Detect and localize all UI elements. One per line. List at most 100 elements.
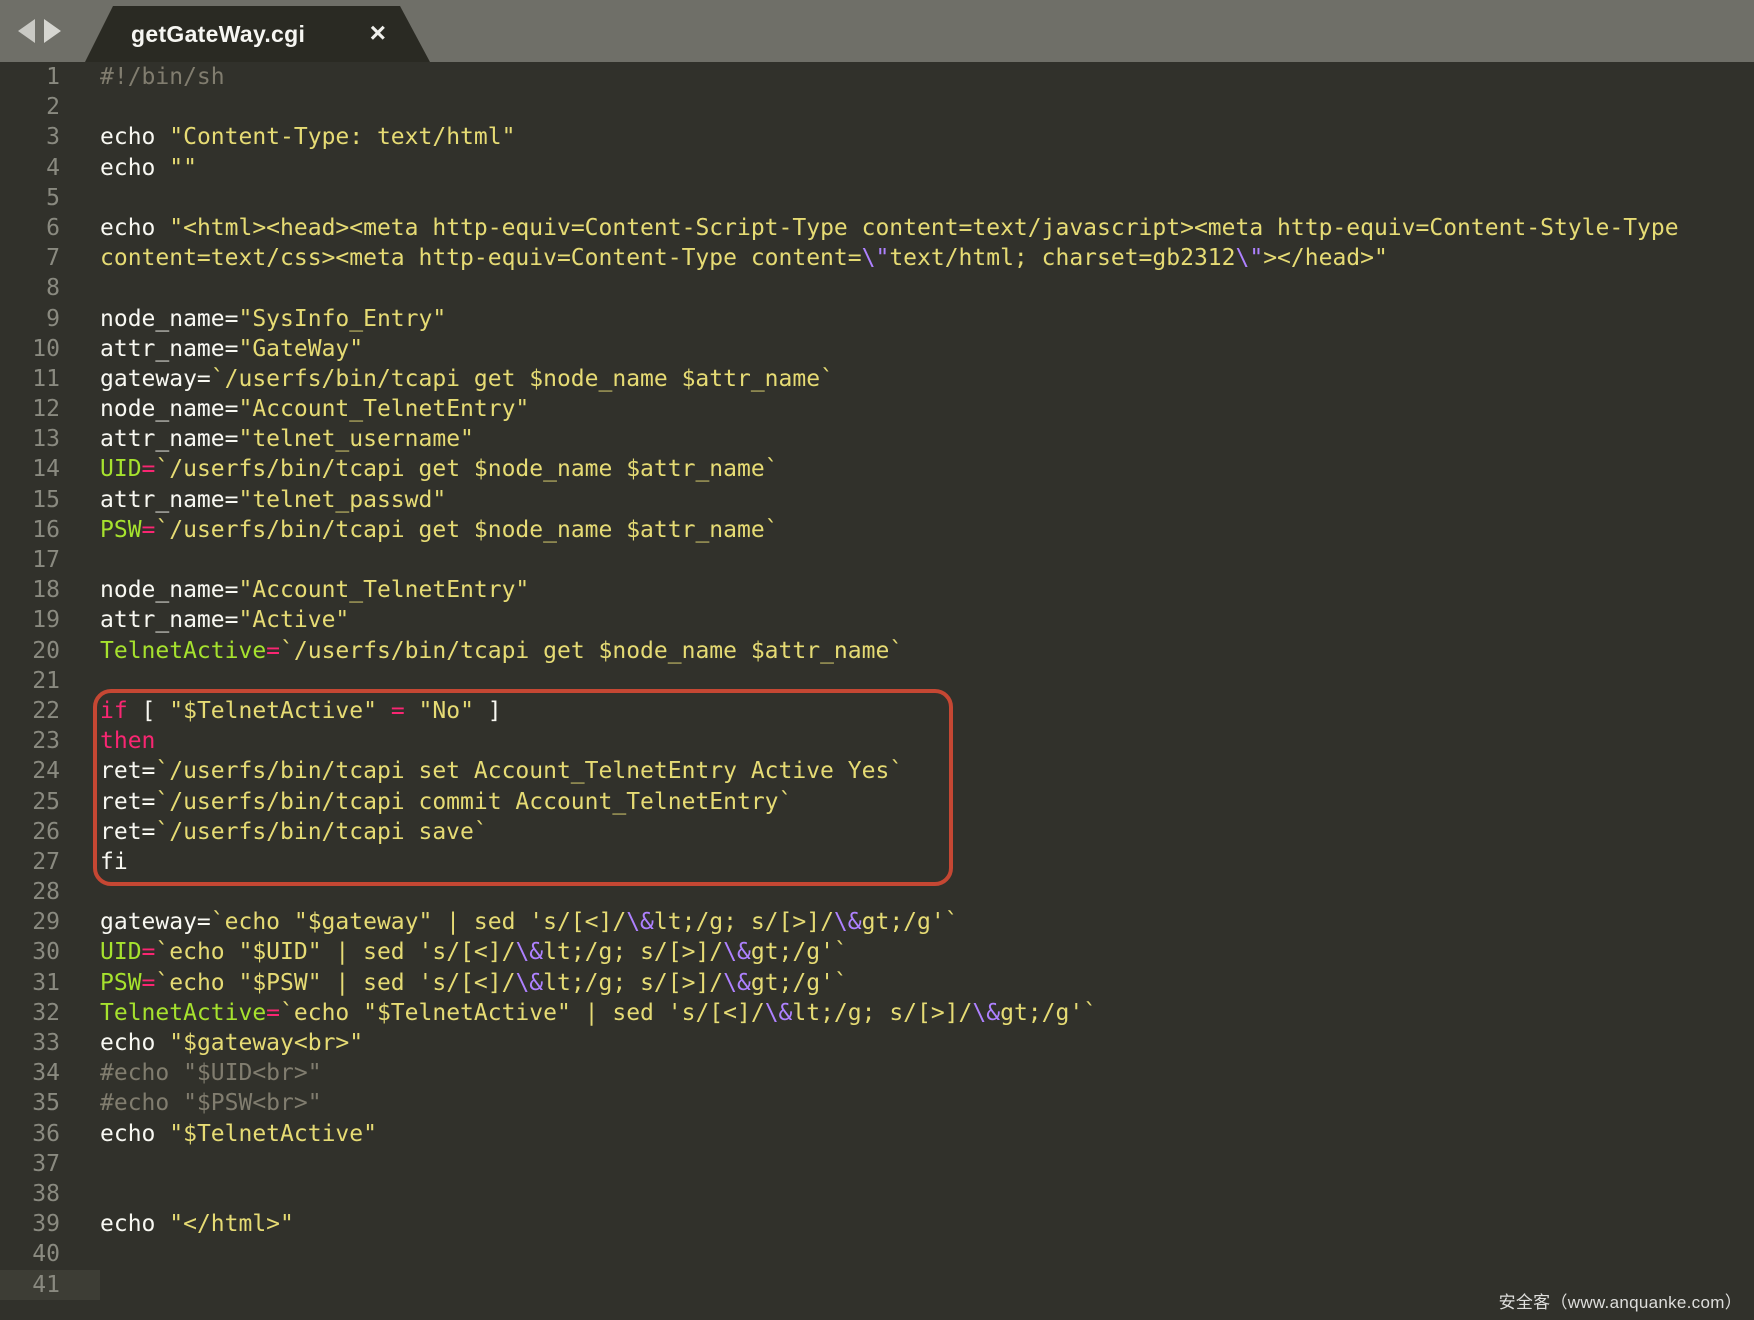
code-line[interactable]: 24ret=`/userfs/bin/tcapi set Account_Tel…: [0, 756, 1754, 786]
code-line[interactable]: 37: [0, 1149, 1754, 1179]
code-line[interactable]: 29gateway=`echo "$gateway" | sed 's/[<]/…: [0, 907, 1754, 937]
code-line[interactable]: 8: [0, 273, 1754, 303]
code-line[interactable]: 38: [0, 1179, 1754, 1209]
code-editor[interactable]: 1#!/bin/sh23echo "Content-Type: text/htm…: [0, 62, 1754, 1320]
line-number: 31: [0, 968, 100, 998]
code-text: echo "</html>": [100, 1209, 1754, 1239]
code-text: echo "Content-Type: text/html": [100, 122, 1754, 152]
code-text: gateway=`echo "$gateway" | sed 's/[<]/\&…: [100, 907, 1754, 937]
line-number: 21: [0, 666, 100, 696]
line-number: 26: [0, 817, 100, 847]
line-number: 13: [0, 424, 100, 454]
code-line[interactable]: 9node_name="SysInfo_Entry": [0, 304, 1754, 334]
line-number: 25: [0, 787, 100, 817]
nav-arrows: [18, 0, 61, 62]
code-text: ret=`/userfs/bin/tcapi save`: [100, 817, 1754, 847]
code-line[interactable]: 14UID=`/userfs/bin/tcapi get $node_name …: [0, 454, 1754, 484]
code-line[interactable]: 19attr_name="Active": [0, 605, 1754, 635]
code-text: #!/bin/sh: [100, 62, 1754, 92]
code-text: echo "": [100, 153, 1754, 183]
line-number: 6: [0, 213, 100, 243]
line-number: 39: [0, 1209, 100, 1239]
code-line[interactable]: 7content=text/css><meta http-equiv=Conte…: [0, 243, 1754, 273]
forward-arrow-icon[interactable]: [44, 19, 61, 43]
line-number: 24: [0, 756, 100, 786]
line-number: 19: [0, 605, 100, 635]
code-line[interactable]: 2: [0, 92, 1754, 122]
code-line[interactable]: 30UID=`echo "$UID" | sed 's/[<]/\&lt;/g;…: [0, 937, 1754, 967]
code-line[interactable]: 15attr_name="telnet_passwd": [0, 485, 1754, 515]
code-text: [100, 273, 1754, 303]
code-text: echo "<html><head><meta http-equiv=Conte…: [100, 213, 1754, 243]
line-number: 27: [0, 847, 100, 877]
code-line[interactable]: 39echo "</html>": [0, 1209, 1754, 1239]
code-line[interactable]: 35#echo "$PSW<br>": [0, 1088, 1754, 1118]
code-line[interactable]: 10attr_name="GateWay": [0, 334, 1754, 364]
line-number: 20: [0, 636, 100, 666]
code-line[interactable]: 1#!/bin/sh: [0, 62, 1754, 92]
line-number: 41: [0, 1270, 100, 1300]
line-number: 28: [0, 877, 100, 907]
code-line[interactable]: 4echo "": [0, 153, 1754, 183]
code-line[interactable]: 32TelnetActive=`echo "$TelnetActive" | s…: [0, 998, 1754, 1028]
code-line[interactable]: 12node_name="Account_TelnetEntry": [0, 394, 1754, 424]
line-number: 33: [0, 1028, 100, 1058]
code-text: attr_name="telnet_username": [100, 424, 1754, 454]
code-line[interactable]: 28: [0, 877, 1754, 907]
code-line[interactable]: 33echo "$gateway<br>": [0, 1028, 1754, 1058]
code-text: [100, 1239, 1754, 1269]
code-line[interactable]: 23then: [0, 726, 1754, 756]
line-number: 9: [0, 304, 100, 334]
code-text: attr_name="telnet_passwd": [100, 485, 1754, 515]
code-text: [100, 1179, 1754, 1209]
code-line[interactable]: 3echo "Content-Type: text/html": [0, 122, 1754, 152]
line-number: 40: [0, 1239, 100, 1269]
line-number: 14: [0, 454, 100, 484]
code-text: #echo "$PSW<br>": [100, 1088, 1754, 1118]
code-line[interactable]: 27fi: [0, 847, 1754, 877]
code-line[interactable]: 13attr_name="telnet_username": [0, 424, 1754, 454]
line-number: 10: [0, 334, 100, 364]
code-text: [100, 666, 1754, 696]
code-line[interactable]: 34#echo "$UID<br>": [0, 1058, 1754, 1088]
code-text: [100, 92, 1754, 122]
code-line[interactable]: 11gateway=`/userfs/bin/tcapi get $node_n…: [0, 364, 1754, 394]
code-text: #echo "$UID<br>": [100, 1058, 1754, 1088]
line-number: 17: [0, 545, 100, 575]
code-line[interactable]: 26ret=`/userfs/bin/tcapi save`: [0, 817, 1754, 847]
code-text: TelnetActive=`echo "$TelnetActive" | sed…: [100, 998, 1754, 1028]
code-text: PSW=`/userfs/bin/tcapi get $node_name $a…: [100, 515, 1754, 545]
code-line[interactable]: 31PSW=`echo "$PSW" | sed 's/[<]/\&lt;/g;…: [0, 968, 1754, 998]
line-number: 15: [0, 485, 100, 515]
code-text: TelnetActive=`/userfs/bin/tcapi get $nod…: [100, 636, 1754, 666]
close-icon[interactable]: ×: [370, 6, 386, 60]
code-lines: 1#!/bin/sh23echo "Content-Type: text/htm…: [0, 62, 1754, 1300]
code-line[interactable]: 40: [0, 1239, 1754, 1269]
code-line[interactable]: 25ret=`/userfs/bin/tcapi commit Account_…: [0, 787, 1754, 817]
code-line[interactable]: 22if [ "$TelnetActive" = "No" ]: [0, 696, 1754, 726]
code-line[interactable]: 36echo "$TelnetActive": [0, 1119, 1754, 1149]
line-number: 34: [0, 1058, 100, 1088]
code-line[interactable]: 17: [0, 545, 1754, 575]
code-text: then: [100, 726, 1754, 756]
code-line[interactable]: 41: [0, 1270, 1754, 1300]
code-text: gateway=`/userfs/bin/tcapi get $node_nam…: [100, 364, 1754, 394]
line-number: 36: [0, 1119, 100, 1149]
line-number: 1: [0, 62, 100, 92]
code-line[interactable]: 5: [0, 183, 1754, 213]
code-line[interactable]: 21: [0, 666, 1754, 696]
line-number: 22: [0, 696, 100, 726]
code-line[interactable]: 16PSW=`/userfs/bin/tcapi get $node_name …: [0, 515, 1754, 545]
tab-title: getGateWay.cgi: [131, 6, 305, 62]
tab-getgateway-cgi[interactable]: getGateWay.cgi ×: [85, 6, 430, 62]
watermark: 安全客（www.anquanke.com）: [1499, 1288, 1742, 1313]
line-number: 37: [0, 1149, 100, 1179]
line-number: 5: [0, 183, 100, 213]
code-text: echo "$TelnetActive": [100, 1119, 1754, 1149]
code-line[interactable]: 6echo "<html><head><meta http-equiv=Cont…: [0, 213, 1754, 243]
code-line[interactable]: 18node_name="Account_TelnetEntry": [0, 575, 1754, 605]
code-line[interactable]: 20TelnetActive=`/userfs/bin/tcapi get $n…: [0, 636, 1754, 666]
code-text: [100, 183, 1754, 213]
back-arrow-icon[interactable]: [18, 19, 35, 43]
line-number: 18: [0, 575, 100, 605]
